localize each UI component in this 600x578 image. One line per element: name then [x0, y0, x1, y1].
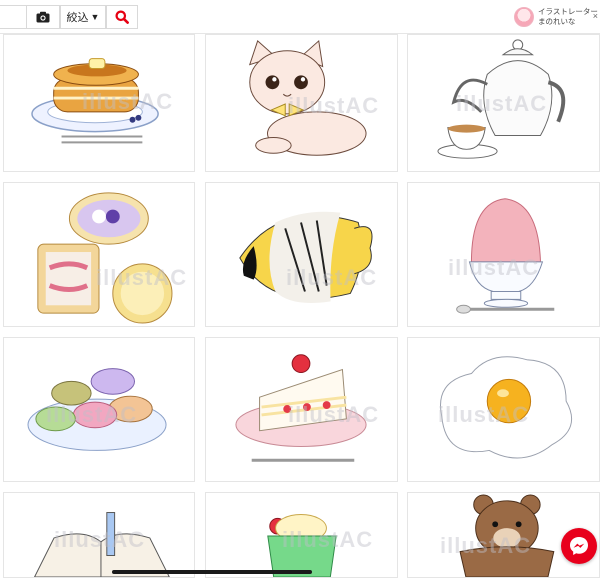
profile-name: まのれいな — [538, 17, 576, 26]
thumbnail-cat[interactable]: illustAC — [205, 34, 398, 172]
messenger-icon — [570, 537, 588, 555]
illustrator-profile[interactable]: イラストレーター まのれいな × — [514, 4, 600, 30]
search-icon — [115, 10, 129, 24]
illustration-grid: illustAC illustAC illustAC illustAC illu… — [0, 34, 600, 578]
notebook-image — [33, 512, 170, 577]
teapot-image — [437, 39, 566, 159]
thumbnail-macarons[interactable]: illustAC — [3, 337, 195, 482]
thumbnail-shaved-ice[interactable]: illustAC — [407, 182, 600, 327]
shaved-ice-image — [456, 198, 555, 314]
fried-egg-image — [440, 356, 573, 459]
top-toolbar: 絞込 ▼ イラストレーター まのれいな × — [0, 0, 600, 34]
messenger-button[interactable] — [561, 528, 597, 564]
thumbnail-melon-soda[interactable]: illustAC — [205, 492, 398, 578]
filter-label: 絞込 — [66, 12, 89, 24]
chevron-down-icon: ▼ — [90, 12, 100, 22]
close-icon[interactable]: × — [593, 11, 598, 21]
home-indicator — [112, 570, 312, 574]
thumbnail-pancakes[interactable]: illustAC — [3, 34, 195, 172]
filter-button[interactable]: 絞込 ▼ — [60, 5, 106, 29]
cookies-image — [37, 192, 173, 324]
shortcake-image — [235, 354, 367, 462]
camera-icon — [36, 11, 50, 23]
search-input[interactable] — [0, 5, 26, 29]
thumbnail-butterflyfish[interactable]: illustAC — [205, 182, 398, 327]
avatar[interactable] — [514, 7, 534, 27]
macarons-image — [27, 368, 167, 451]
thumbnail-fried-egg[interactable]: illustAC — [407, 337, 600, 482]
camera-search-button[interactable] — [26, 5, 60, 29]
melon-soda-image — [267, 514, 337, 577]
cat-image — [248, 39, 367, 156]
thumbnail-cookies[interactable]: illustAC — [3, 182, 195, 327]
search-button[interactable] — [106, 5, 138, 29]
thumbnail-teapot[interactable]: illustAC — [407, 34, 600, 172]
butterflyfish-image — [239, 211, 373, 303]
thumbnail-strawberry-shortcake[interactable]: illustAC — [205, 337, 398, 482]
thumbnail-notebook[interactable]: illustAC — [3, 492, 195, 578]
profile-role: イラストレーター — [538, 7, 598, 16]
pancakes-image — [31, 58, 159, 144]
